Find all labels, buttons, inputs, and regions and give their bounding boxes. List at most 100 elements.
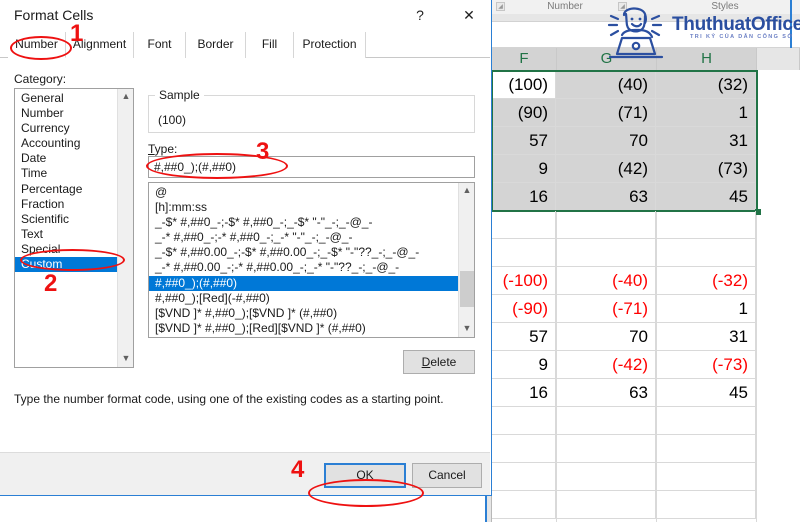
type-item-0[interactable]: @ [149,185,458,200]
category-scroll-down-icon[interactable]: ▼ [118,351,133,367]
type-item-5[interactable]: _-* #,##0.00_-;-* #,##0.00_-;_-* "-"??_-… [149,260,458,275]
cell-empty-c3[interactable] [656,407,756,435]
cell-empty-b1[interactable] [492,239,556,267]
category-item-number[interactable]: Number [15,106,117,121]
cell-f-r2[interactable]: (90) [492,99,556,127]
cell-empty-a3[interactable] [656,211,756,239]
delete-button[interactable]: Delete [403,350,475,374]
tab-font[interactable]: Font [134,32,186,58]
cell-empty-d1[interactable] [492,435,556,463]
category-listbox[interactable]: General Number Currency Accounting Date … [14,88,134,368]
cell-empty-c1[interactable] [492,407,556,435]
category-item-date[interactable]: Date [15,151,117,166]
cell-empty-b2[interactable] [556,239,656,267]
cell-g-r3[interactable]: 70 [556,127,656,155]
type-input[interactable]: #,##0_);(#,##0) [148,156,475,178]
type-item-4[interactable]: _-$* #,##0.00_-;-$* #,##0.00_-;_-$* "-"?… [149,245,458,260]
category-scrollbar[interactable]: ▲ ▼ [117,89,133,367]
cell-f-r11[interactable]: 16 [492,379,556,407]
type-item-1[interactable]: [h]:mm:ss [149,200,458,215]
column-header-f[interactable]: F [492,48,557,70]
cell-empty-f2[interactable] [556,491,656,519]
cell-empty-e2[interactable] [556,463,656,491]
type-item-3[interactable]: _-* #,##0_-;-* #,##0_-;_-* "-"_-;_-@_- [149,230,458,245]
cell-empty-f3[interactable] [656,491,756,519]
cell-f-r5[interactable]: 16 [492,183,556,211]
cell-empty-d2[interactable] [556,435,656,463]
tab-number[interactable]: Number [8,32,66,58]
tab-border[interactable]: Border [186,32,246,58]
cell-h-r2[interactable]: 1 [656,99,756,127]
cell-empty-a1[interactable] [492,211,556,239]
category-item-special[interactable]: Special [15,242,117,257]
cell-g-r2[interactable]: (71) [556,99,656,127]
help-icon[interactable]: ? [403,2,437,28]
type-item-7[interactable]: #,##0_);[Red](-#,##0) [149,291,458,306]
type-scroll-up-icon[interactable]: ▲ [459,183,474,199]
cell-h-r11[interactable]: 45 [656,379,756,407]
number-dialog-launcher-icon[interactable]: ◢ [496,2,505,11]
cell-empty-e3[interactable] [656,463,756,491]
type-scroll-thumb[interactable] [460,271,474,307]
type-item-2[interactable]: _-$* #,##0_-;-$* #,##0_-;_-$* "-"_-;_-@_… [149,215,458,230]
delete-accel: D [421,355,431,369]
cell-g-r7[interactable]: (-40) [556,267,656,295]
cell-empty-f1[interactable] [492,491,556,519]
type-item-6[interactable]: #,##0_);(#,##0) [149,275,458,291]
cell-empty-d3[interactable] [656,435,756,463]
ok-button[interactable]: OK [324,463,406,488]
category-item-scientific[interactable]: Scientific [15,212,117,227]
cell-h-r3[interactable]: 31 [656,127,756,155]
cell-h-r9[interactable]: 31 [656,323,756,351]
dialog-footer-bar: OK Cancel [0,452,490,495]
category-item-fraction[interactable]: Fraction [15,197,117,212]
cell-g-r8[interactable]: (-71) [556,295,656,323]
type-item-8[interactable]: [$VND ]* #,##0_);[$VND ]* (#,##0) [149,306,458,321]
type-item-9[interactable]: [$VND ]* #,##0_);[Red][$VND ]* (#,##0) [149,321,458,336]
category-scroll-up-icon[interactable]: ▲ [118,89,133,105]
category-item-custom[interactable]: Custom [15,257,117,273]
category-item-text[interactable]: Text [15,227,117,242]
cell-f-r10[interactable]: 9 [492,351,556,379]
category-item-percentage[interactable]: Percentage [15,182,117,197]
format-cells-dialog: Format Cells ? ✕ Number Alignment Font B… [0,0,492,496]
cell-f-r1[interactable]: (100) [492,71,556,99]
cell-g-r1[interactable]: (40) [556,71,656,99]
cell-empty-b3[interactable] [656,239,756,267]
cancel-button[interactable]: Cancel [412,463,482,488]
cell-g-r11[interactable]: 63 [556,379,656,407]
cell-f-r9[interactable]: 57 [492,323,556,351]
cell-h-r1[interactable]: (32) [656,71,756,99]
cell-empty-a2[interactable] [556,211,656,239]
type-scroll-down-icon[interactable]: ▼ [459,321,474,337]
cell-f-r3[interactable]: 57 [492,127,556,155]
cell-h-r10[interactable]: (-73) [656,351,756,379]
cell-g-r10[interactable]: (-42) [556,351,656,379]
cell-h-r5[interactable]: 45 [656,183,756,211]
logo-wordmark: ThuthuatOffice [672,14,800,35]
cell-empty-c2[interactable] [556,407,656,435]
close-icon[interactable]: ✕ [452,2,486,28]
category-item-accounting[interactable]: Accounting [15,136,117,151]
cell-empty-e1[interactable] [492,463,556,491]
thuthuatoffice-watermark-logo: ThuthuatOffice TRI KỶ CỦA DÂN CÔNG SỞ [600,2,800,60]
tab-fill[interactable]: Fill [246,32,294,58]
category-item-time[interactable]: Time [15,166,117,181]
sample-label: Sample [155,88,204,102]
category-list-items: General Number Currency Accounting Date … [15,91,117,273]
cell-g-r4[interactable]: (42) [556,155,656,183]
cell-h-r8[interactable]: 1 [656,295,756,323]
cell-h-r4[interactable]: (73) [656,155,756,183]
cell-f-r4[interactable]: 9 [492,155,556,183]
cell-g-r9[interactable]: 70 [556,323,656,351]
cell-h-r7[interactable]: (-32) [656,267,756,295]
category-item-currency[interactable]: Currency [15,121,117,136]
cell-f-r7[interactable]: (-100) [492,267,556,295]
tab-protection[interactable]: Protection [294,32,366,58]
cell-g-r5[interactable]: 63 [556,183,656,211]
cell-f-r8[interactable]: (-90) [492,295,556,323]
type-scrollbar[interactable]: ▲ ▼ [458,183,474,337]
type-listbox[interactable]: @ [h]:mm:ss _-$* #,##0_-;-$* #,##0_-;_-$… [148,182,475,338]
sample-value: (100) [158,113,187,127]
category-item-general[interactable]: General [15,91,117,106]
